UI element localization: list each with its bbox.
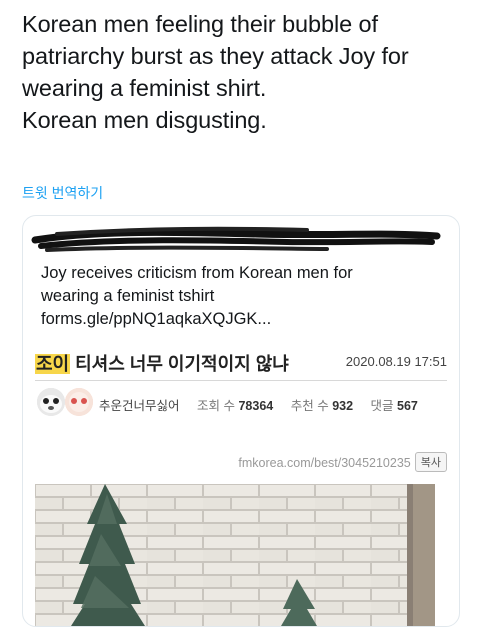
tweet-text-line: wearing a feminist shirt. — [22, 75, 267, 101]
post-photo — [35, 484, 435, 626]
comments-count: 567 — [397, 399, 418, 413]
tweet-text-line: Korean men disgusting. — [22, 107, 267, 133]
post-date: 2020.08.19 17:51 — [345, 354, 447, 369]
comments-label: 댓글 — [370, 399, 394, 413]
post-url-row: fmkorea.com/best/3045210235 복사 — [238, 452, 447, 472]
avatar — [37, 388, 65, 416]
divider — [35, 380, 447, 381]
quoted-tweet-text: Joy receives criticism from Korean men f… — [41, 262, 445, 331]
tweet-text: Korean men feeling their bubble of patri… — [22, 8, 470, 136]
quoted-tweet-line: Joy receives criticism from Korean men f… — [41, 264, 353, 282]
redacted-scribble — [31, 226, 441, 252]
post-title-highlight: 조이 — [35, 354, 71, 374]
post-meta-row: 추운건너무싫어 조회 수 78364 추천 수 932 댓글 567 — [35, 386, 447, 420]
attached-screenshot[interactable]: 조이 티셔스 너무 이기적이지 않냐 2020.08.19 17:51 추운건너… — [35, 346, 447, 626]
post-title-rest: 티셔스 너무 이기적이지 않냐 — [70, 354, 289, 374]
copy-button[interactable]: 복사 — [414, 452, 447, 472]
avatar — [65, 388, 93, 416]
views-count: 78364 — [238, 399, 274, 413]
post-meta-text: 추운건너무싫어 조회 수 78364 추천 수 932 댓글 567 — [99, 395, 432, 414]
translate-tweet-link[interactable]: 트윗 번역하기 — [22, 183, 103, 203]
recommend-label: 추천 수 — [290, 399, 329, 413]
tweet-text-line: Korean men feeling their bubble of — [22, 11, 378, 37]
brick-wall-photo — [35, 484, 435, 626]
quoted-tweet-line[interactable]: forms.gle/ppNQ1aqkaXQJGK... — [41, 308, 445, 331]
post-title: 조이 티셔스 너무 이기적이지 않냐 — [35, 350, 289, 376]
views-label: 조회 수 — [197, 399, 235, 413]
post-url: fmkorea.com/best/3045210235 — [238, 456, 411, 470]
quoted-tweet-card[interactable]: Joy receives criticism from Korean men f… — [22, 215, 460, 627]
author-nickname: 추운건너무싫어 — [99, 399, 180, 413]
recommend-count: 932 — [332, 399, 354, 413]
quoted-tweet-line: wearing a feminist tshirt — [41, 287, 215, 305]
tweet-text-line: patriarchy burst as they attack Joy for — [22, 43, 409, 69]
